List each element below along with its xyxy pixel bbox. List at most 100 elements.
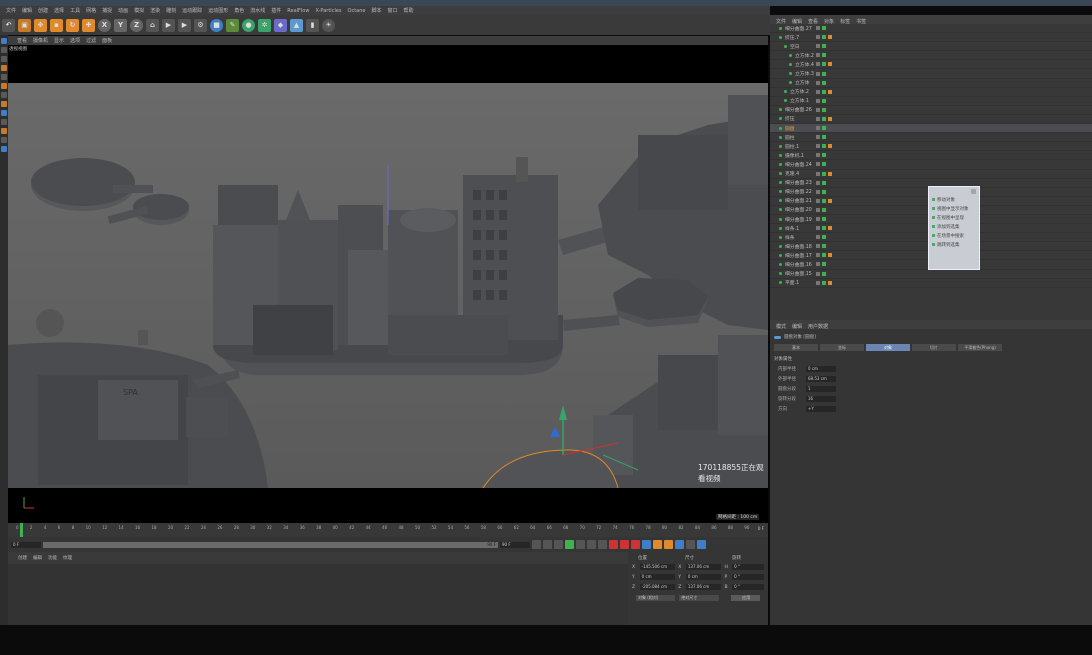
mode-icon[interactable] (1, 128, 7, 134)
object-row[interactable]: 细分曲面.27 (770, 24, 1092, 34)
menu-item[interactable]: 脚本 (371, 7, 381, 14)
menu-item[interactable]: X-Particles (315, 8, 341, 14)
check-icon[interactable] (822, 71, 826, 76)
next-key-icon[interactable] (587, 540, 596, 549)
menu-item[interactable]: Octane (348, 8, 366, 14)
object-visibility-icon[interactable] (779, 226, 782, 230)
render-settings-icon[interactable]: ⚙ (194, 18, 207, 32)
layer-icon[interactable] (816, 153, 820, 158)
menu-item[interactable]: 选择 (54, 7, 64, 14)
popup-item[interactable]: 添加到选集 (932, 222, 976, 231)
layer-icon[interactable] (816, 44, 820, 49)
object-visibility-icon[interactable] (779, 217, 782, 221)
material-tag-icon[interactable] (828, 116, 832, 121)
scale-tool-icon[interactable]: ▪ (50, 18, 63, 32)
move-key-icon[interactable] (642, 540, 651, 549)
check-icon[interactable] (822, 144, 826, 149)
layer-icon[interactable] (816, 80, 820, 85)
layer-icon[interactable] (816, 180, 820, 185)
position-field[interactable]: -205.084 cm (639, 584, 676, 590)
prev-key-icon[interactable] (543, 540, 552, 549)
menu-item[interactable]: 网格 (86, 7, 96, 14)
check-icon[interactable] (822, 26, 826, 31)
layer-icon[interactable] (816, 116, 820, 121)
menu-item[interactable]: 帮助 (404, 7, 414, 14)
layer-icon[interactable] (816, 135, 820, 140)
mode-icon[interactable] (1, 38, 7, 44)
next-frame-icon[interactable] (576, 540, 585, 549)
attribute-menu-item[interactable]: 编辑 (792, 323, 802, 330)
subdivision-icon[interactable]: ● (242, 18, 255, 32)
scene-icon[interactable]: ▲ (290, 18, 303, 32)
check-icon[interactable] (822, 62, 826, 67)
layer-icon[interactable] (816, 107, 820, 112)
viewport-menu-item[interactable]: 面板 (102, 37, 112, 44)
object-visibility-icon[interactable] (784, 44, 787, 48)
object-visibility-icon[interactable] (779, 190, 782, 194)
object-row[interactable]: 立方体.2 (770, 88, 1092, 97)
position-field[interactable]: 0 cm (639, 574, 676, 580)
timeline-menu-icon[interactable] (697, 540, 706, 549)
object-visibility-icon[interactable] (779, 35, 782, 39)
menu-item[interactable]: 窗口 (388, 7, 398, 14)
menu-item[interactable]: 渲染 (150, 7, 160, 14)
check-icon[interactable] (822, 53, 826, 58)
layer-icon[interactable] (816, 98, 820, 103)
attribute-field-value[interactable]: 68.53 cm (806, 376, 836, 382)
object-visibility-icon[interactable] (779, 272, 782, 276)
check-icon[interactable] (822, 35, 826, 40)
check-icon[interactable] (822, 116, 826, 121)
layer-icon[interactable] (816, 62, 820, 67)
rotation-field[interactable]: 0 ° (732, 584, 764, 590)
object-visibility-icon[interactable] (789, 81, 792, 85)
attribute-sub-tab[interactable]: 坐标 (820, 344, 864, 351)
object-visibility-icon[interactable] (779, 144, 782, 148)
param-key-icon[interactable] (675, 540, 684, 549)
check-icon[interactable] (822, 171, 826, 176)
material-menu-item[interactable]: 功能 (48, 555, 57, 561)
play-icon[interactable] (565, 540, 574, 549)
scale-key-icon[interactable] (653, 540, 662, 549)
apply-button[interactable]: 应用 (730, 595, 760, 601)
object-visibility-icon[interactable] (779, 253, 782, 257)
layer-icon[interactable] (816, 53, 820, 58)
mode-icon[interactable] (1, 119, 7, 125)
object-visibility-icon[interactable] (779, 135, 782, 139)
menu-item[interactable]: 运动图形 (208, 7, 228, 14)
size-mode-select[interactable]: 绝对尺寸 (679, 595, 719, 601)
object-menu-item[interactable]: 文件 (776, 18, 786, 25)
go-to-start-icon[interactable] (532, 540, 541, 549)
playhead[interactable] (20, 523, 23, 537)
object-visibility-icon[interactable] (779, 153, 782, 157)
popup-item[interactable]: 在视图中呈现 (932, 213, 976, 222)
check-icon[interactable] (822, 126, 826, 131)
viewport-menu-item[interactable]: 查看 (17, 37, 27, 44)
menu-item[interactable]: 编辑 (22, 7, 32, 14)
object-visibility-icon[interactable] (779, 199, 782, 203)
object-visibility-icon[interactable] (779, 244, 782, 248)
pla-key-icon[interactable] (686, 540, 695, 549)
layer-icon[interactable] (816, 189, 820, 194)
object-menu-item[interactable]: 标签 (840, 18, 850, 25)
object-visibility-icon[interactable] (784, 90, 787, 94)
perspective-viewport[interactable]: 透视视图 SPA 170118855正在观看视频 网格间距: 100 cm (8, 45, 768, 523)
object-menu-item[interactable]: 书签 (856, 18, 866, 25)
check-icon[interactable] (822, 107, 826, 112)
cloner-icon[interactable]: ✲ (258, 18, 271, 32)
material-tag-icon[interactable] (828, 171, 832, 176)
mode-icon[interactable] (1, 74, 7, 80)
autokey-icon[interactable] (620, 540, 629, 549)
object-visibility-icon[interactable] (789, 72, 792, 76)
attribute-sub-tab[interactable]: 基本 (774, 344, 818, 351)
object-row[interactable]: 细分曲面.24 (770, 160, 1092, 170)
deformer-icon[interactable]: ◆ (274, 18, 287, 32)
viewport-menu-item[interactable]: 摄像机 (33, 37, 48, 44)
timeline[interactable]: 0 2 4 6 8 10 12 14 16 18 20 22 24 26 28 30 32 34 36 38 40 42 4… (8, 523, 768, 537)
object-row[interactable]: 克隆.4 (770, 170, 1092, 179)
material-menu-item[interactable]: 创建 (18, 555, 27, 561)
mode-icon[interactable] (1, 101, 7, 107)
select-tool-icon[interactable]: ▣ (18, 18, 31, 32)
object-row[interactable]: 细分曲面.15 (770, 270, 1092, 279)
object-visibility-icon[interactable] (789, 62, 792, 66)
object-row[interactable]: 立方体.3 (770, 69, 1092, 79)
